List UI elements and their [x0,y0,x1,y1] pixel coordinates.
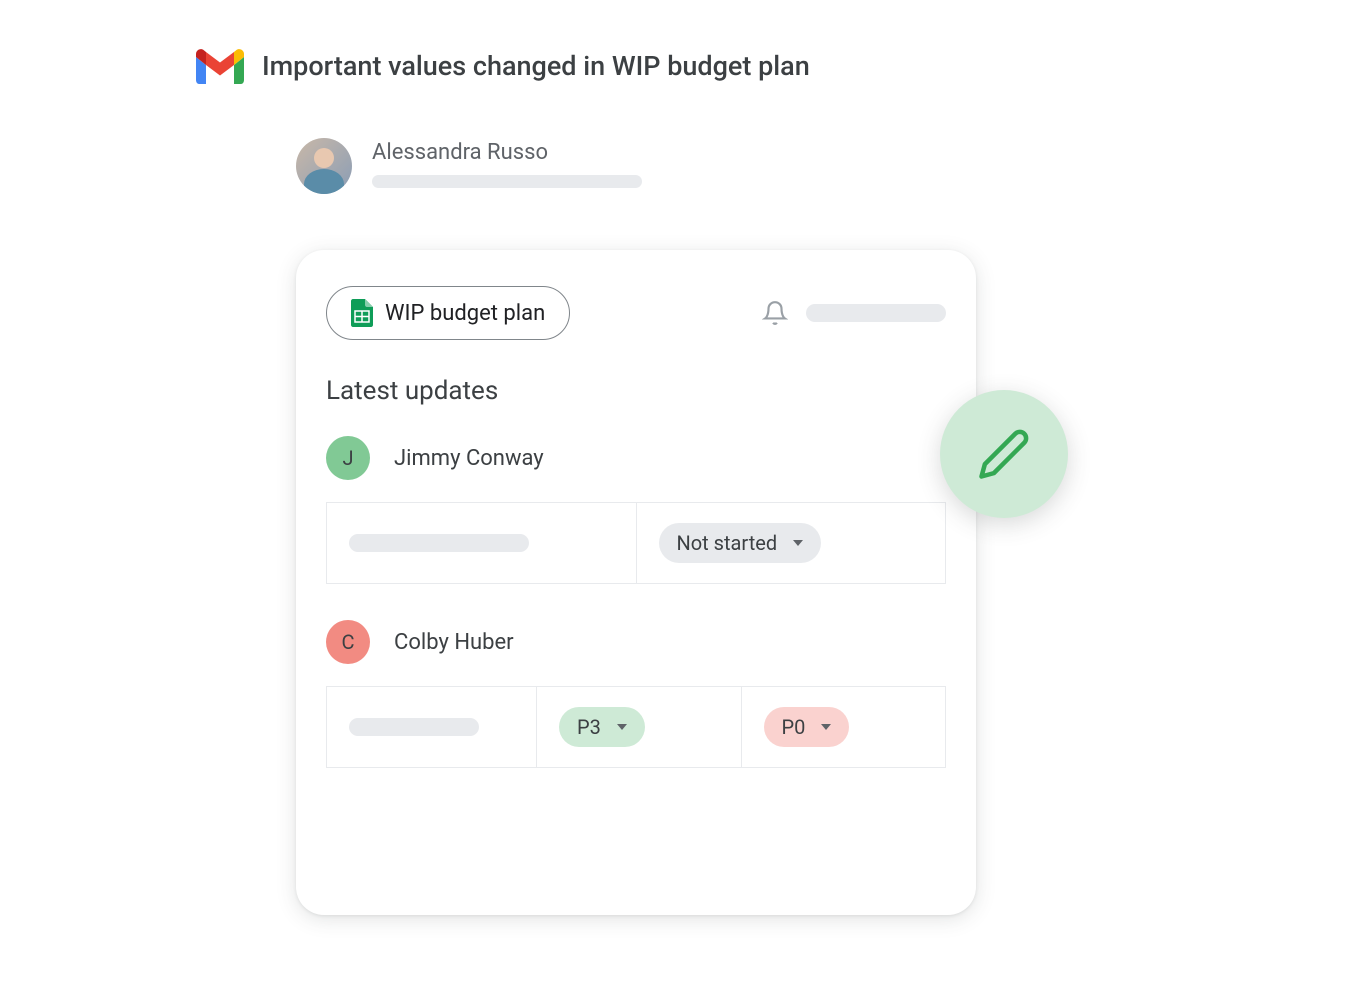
file-chip-label: WIP budget plan [385,301,545,326]
placeholder-text [372,175,642,188]
user-avatar: C [326,620,370,664]
update-user-row: C Colby Huber [326,620,946,664]
status-chip[interactable]: Not started [659,523,822,563]
chevron-down-icon [793,540,803,546]
cell-placeholder [349,534,529,552]
pencil-icon [977,427,1031,481]
priority-chip[interactable]: P0 [764,707,850,747]
bell-icon[interactable] [762,300,788,326]
header-placeholder [806,304,946,322]
update-table-row: P3 P0 [326,686,946,768]
file-chip[interactable]: WIP budget plan [326,286,570,340]
chevron-down-icon [821,724,831,730]
update-user-row: J Jimmy Conway [326,436,946,480]
sender-avatar [296,138,352,194]
email-subject: Important values changed in WIP budget p… [262,50,810,82]
user-name: Colby Huber [394,630,514,655]
updates-card: WIP budget plan Latest updates J Jimmy C… [296,250,976,915]
section-title: Latest updates [326,376,946,406]
priority-chip-label: P0 [782,715,806,739]
priority-chip-label: P3 [577,715,601,739]
gmail-logo-icon [196,48,244,84]
priority-chip[interactable]: P3 [559,707,645,747]
email-header: Important values changed in WIP budget p… [196,48,810,84]
user-name: Jimmy Conway [394,446,544,471]
update-table-row: Not started [326,502,946,584]
edit-button[interactable] [940,390,1068,518]
sender-row: Alessandra Russo [296,138,642,194]
user-avatar: J [326,436,370,480]
sender-name: Alessandra Russo [372,140,642,165]
chevron-down-icon [617,724,627,730]
status-chip-label: Not started [677,531,778,555]
sheets-icon [351,299,373,327]
cell-placeholder [349,718,479,736]
